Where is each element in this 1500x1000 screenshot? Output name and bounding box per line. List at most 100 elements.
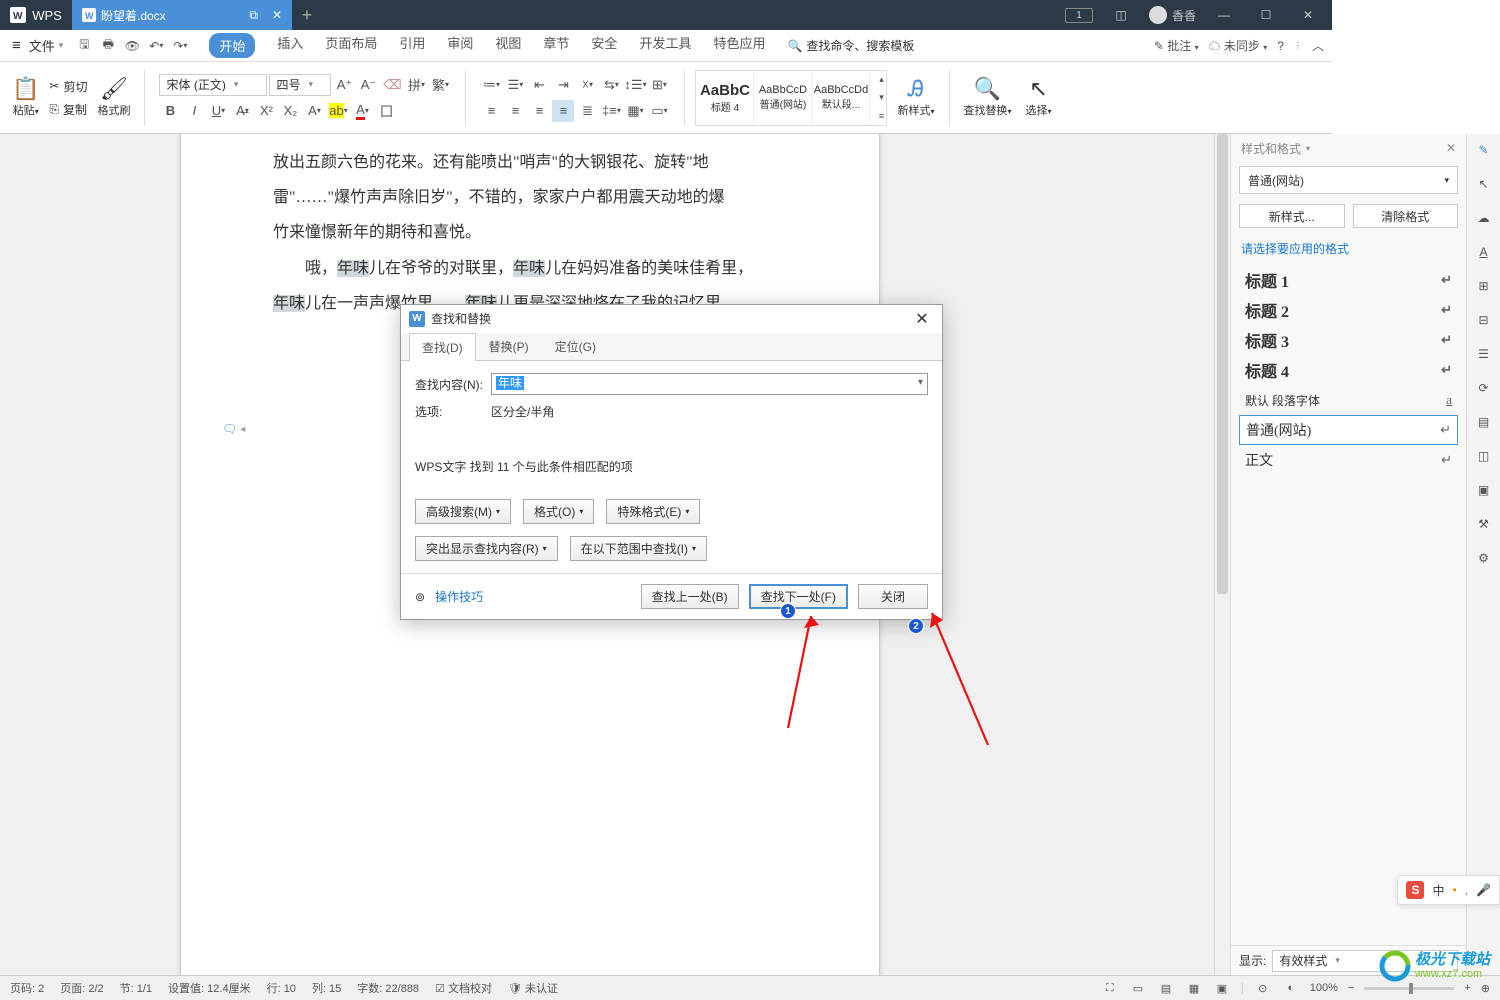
- align-left-icon[interactable]: ≡: [480, 100, 502, 122]
- subscript-icon[interactable]: X₂: [279, 100, 301, 122]
- select-button[interactable]: ↖ 选择▾: [1022, 78, 1056, 118]
- zoom-slider[interactable]: [1364, 987, 1454, 990]
- char-border-icon[interactable]: 囗: [375, 100, 397, 122]
- style-gallery[interactable]: AaBbC 标题 4 AaBbCcD 普通(网站) AaBbCcDd 默认段..…: [695, 70, 887, 126]
- fullscreen-icon[interactable]: ⛶: [1101, 982, 1119, 995]
- align-right-icon[interactable]: ≡: [528, 100, 550, 122]
- rail-select-icon[interactable]: ↖: [1474, 174, 1494, 194]
- new-tab-button[interactable]: +: [292, 0, 322, 30]
- style-item-normal-web[interactable]: 普通(网站)↵: [1239, 415, 1458, 445]
- rail-cloud-icon[interactable]: ☁: [1474, 208, 1494, 228]
- rail-settings-icon[interactable]: ⚙: [1474, 548, 1494, 568]
- format-painter[interactable]: 🖌 格式刷: [93, 78, 134, 118]
- panel-close-icon[interactable]: ✕: [1446, 141, 1456, 155]
- view-outline-icon[interactable]: ▤: [1157, 982, 1175, 995]
- strike-icon[interactable]: A̶▾: [231, 100, 253, 122]
- rail-section-icon[interactable]: ⊟: [1474, 310, 1494, 330]
- tips-link[interactable]: 操作技巧: [435, 588, 483, 605]
- tab-reference[interactable]: 引用: [399, 33, 425, 58]
- shapes-icon[interactable]: ◐: [1282, 982, 1300, 994]
- vertical-scrollbar[interactable]: [1214, 134, 1230, 975]
- help-button[interactable]: ?: [1277, 39, 1284, 53]
- window-minimize-button[interactable]: —: [1210, 8, 1238, 22]
- more-menu[interactable]: ⋮: [1294, 41, 1302, 50]
- search-scope-button[interactable]: 在以下范围中查找(I) ▾: [570, 536, 707, 561]
- new-style-button[interactable]: Ꭿ 新样式▾: [893, 78, 938, 118]
- view-page-icon[interactable]: ▭: [1129, 982, 1147, 995]
- view-web-icon[interactable]: ▦: [1185, 982, 1203, 995]
- style-default-para[interactable]: AaBbCcDd 默认段...: [812, 71, 870, 125]
- underline-icon[interactable]: U▾: [207, 100, 229, 122]
- font-name-combo[interactable]: 宋体 (正文)▾: [159, 74, 267, 96]
- undo-icon[interactable]: ↶▾: [147, 37, 165, 55]
- numbering-icon[interactable]: ☰▾: [504, 74, 526, 96]
- paste-group[interactable]: 📋 粘贴▾: [8, 78, 43, 118]
- style-item-h1[interactable]: 标题 1↵: [1239, 265, 1458, 295]
- print-icon[interactable]: 🖶: [99, 37, 117, 55]
- zoom-out-icon[interactable]: −: [1348, 982, 1354, 994]
- status-col[interactable]: 列: 15: [312, 980, 341, 996]
- tab-icon[interactable]: ⇆▾: [600, 74, 622, 96]
- char-scale-icon[interactable]: ☓▾: [576, 74, 598, 96]
- font-color-icon[interactable]: A▾: [351, 100, 373, 122]
- new-style-btn[interactable]: 新样式...: [1239, 204, 1345, 228]
- fit-icon[interactable]: ⊕: [1481, 982, 1490, 995]
- italic-icon[interactable]: I: [183, 100, 205, 122]
- window-maximize-button[interactable]: ☐: [1252, 8, 1280, 22]
- file-menu[interactable]: 文件: [29, 36, 55, 55]
- special-format-button[interactable]: 特殊格式(E) ▾: [606, 499, 700, 524]
- highlight-results-button[interactable]: 突出显示查找内容(R) ▾: [415, 536, 558, 561]
- style-item-body[interactable]: 正文↵: [1239, 445, 1458, 475]
- font-size-combo[interactable]: 四号▾: [269, 74, 331, 96]
- cut-button[interactable]: ✂剪切: [49, 78, 87, 95]
- style-item-h3[interactable]: 标题 3↵: [1239, 325, 1458, 355]
- status-position[interactable]: 设置值: 12.4厘米: [168, 980, 251, 996]
- distribute-icon[interactable]: ≣: [576, 100, 598, 122]
- style-scroll-down[interactable]: ▾: [870, 89, 892, 107]
- tab-layout[interactable]: 页面布局: [325, 33, 377, 58]
- highlight-icon[interactable]: ab▾: [327, 100, 349, 122]
- rail-clip-icon[interactable]: ◫: [1474, 446, 1494, 466]
- dialog-titlebar[interactable]: W 查找和替换 ✕: [401, 305, 942, 333]
- hamburger-icon[interactable]: ≡: [8, 37, 25, 54]
- command-search[interactable]: 🔍查找命令、搜索模板: [787, 33, 914, 58]
- collapse-ribbon[interactable]: ︿: [1312, 37, 1324, 54]
- save-icon[interactable]: 🖫: [75, 37, 93, 55]
- tab-close-icon[interactable]: ✕: [272, 8, 282, 22]
- wps-home-button[interactable]: W WPS: [0, 0, 72, 30]
- tab-insert[interactable]: 插入: [277, 33, 303, 58]
- comment-toggle[interactable]: ✎ 批注 ▾: [1154, 37, 1199, 54]
- style-scroll-up[interactable]: ▴: [870, 71, 892, 89]
- rail-shape-icon[interactable]: ⊞: [1474, 276, 1494, 296]
- status-page-no[interactable]: 页码: 2: [10, 980, 44, 996]
- find-replace-button[interactable]: 🔍 查找替换▾: [960, 78, 1016, 118]
- status-chars[interactable]: 字数: 22/888: [357, 980, 419, 996]
- style-item-default-font[interactable]: 默认 段落字体a: [1239, 385, 1458, 415]
- comment-marker[interactable]: 🗨 ◂: [222, 422, 245, 436]
- chinese-convert-icon[interactable]: 繁▾: [429, 74, 451, 96]
- find-content-input[interactable]: 年味 ▾: [491, 373, 928, 395]
- increase-font-icon[interactable]: A⁺: [333, 74, 355, 96]
- tab-goto[interactable]: 定位(G): [542, 332, 609, 360]
- print-preview-icon[interactable]: 👁: [123, 37, 141, 55]
- style-item-h4[interactable]: 标题 4↵: [1239, 355, 1458, 385]
- bullets-icon[interactable]: ≔▾: [480, 74, 502, 96]
- indent-inc-icon[interactable]: ⇥: [552, 74, 574, 96]
- copy-button[interactable]: ⎘复制: [49, 101, 87, 118]
- status-auth[interactable]: 🛡 未认证: [508, 980, 558, 996]
- ime-widget[interactable]: S 中 • , 🎤: [1397, 875, 1500, 905]
- user-account[interactable]: 香香: [1149, 6, 1196, 24]
- status-proof[interactable]: ☑ 文档校对: [435, 980, 492, 996]
- format-button[interactable]: 格式(O) ▾: [523, 499, 594, 524]
- chevron-down-icon[interactable]: ▾: [918, 377, 923, 388]
- redo-icon[interactable]: ↷▾: [171, 37, 189, 55]
- scrollbar-thumb[interactable]: [1217, 134, 1228, 594]
- sort-icon[interactable]: ⊞▾: [648, 74, 670, 96]
- tab-replace[interactable]: 替换(P): [476, 332, 542, 360]
- document-tab[interactable]: W 盼望着.docx ⧉ ✕: [72, 0, 292, 30]
- rail-style-icon[interactable]: A: [1474, 242, 1494, 262]
- tab-chapter[interactable]: 章节: [543, 33, 569, 58]
- decrease-font-icon[interactable]: A⁻: [357, 74, 379, 96]
- tab-review[interactable]: 审阅: [447, 33, 473, 58]
- style-heading4[interactable]: AaBbC 标题 4: [696, 71, 754, 125]
